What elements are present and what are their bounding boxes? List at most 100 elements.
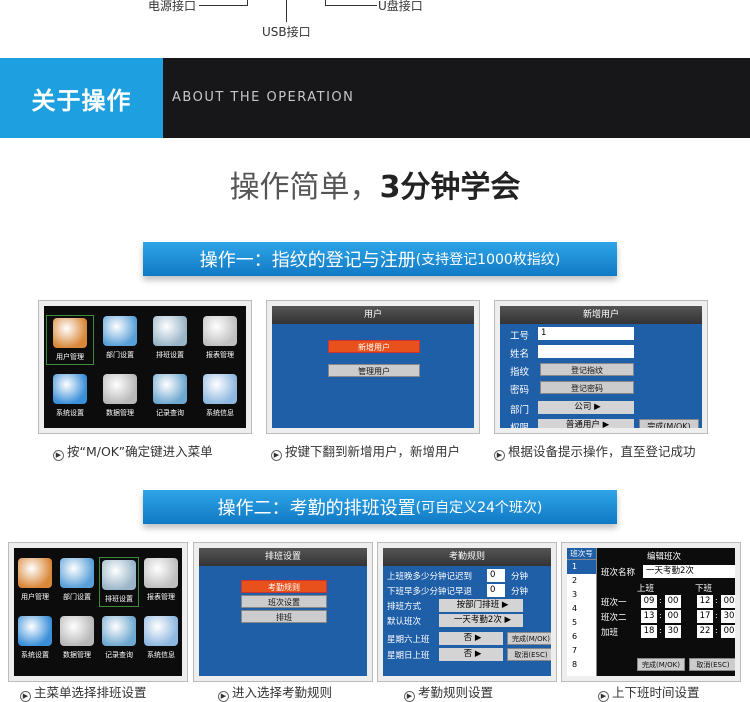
shift-list-item[interactable]: 5 bbox=[567, 616, 596, 630]
op2-note: (可自定义24个班次) bbox=[415, 500, 543, 516]
caption-2: ▶ 按键下翻到新增用户，新增用户 bbox=[271, 441, 460, 461]
menu-item[interactable]: 数据管理 bbox=[97, 374, 143, 418]
connector-line bbox=[199, 5, 247, 6]
menu2-screen: 用户管理 部门设置 排班设置 报表管理系统设置 数据管理 记录查询 系统信息 bbox=[14, 548, 182, 676]
play-icon: ▶ bbox=[53, 450, 64, 461]
edit-shift-header: 编辑班次 bbox=[647, 552, 682, 562]
menu-item[interactable]: 记录查询 bbox=[147, 374, 193, 418]
menu-item[interactable]: 记录查询 bbox=[100, 616, 138, 660]
privilege-select[interactable]: 普通用户 ▶ bbox=[538, 419, 634, 428]
caption-3: ▶ 根据设备提示操作，直至登记成功 bbox=[494, 441, 696, 461]
menu-item[interactable]: 用户管理 bbox=[46, 315, 94, 365]
user-frame: 用户 新增用户 管理用户 bbox=[266, 300, 480, 434]
menu-item[interactable]: 系统设置 bbox=[47, 374, 93, 418]
connector-line bbox=[247, 0, 248, 6]
late-field[interactable]: 0 bbox=[487, 569, 505, 582]
section-banner: 关于操作 ABOUT THE OPERATION bbox=[0, 58, 750, 138]
record-search-icon bbox=[102, 616, 136, 646]
caption-1: ▶ 按“M/OK”确定键进入菜单 bbox=[53, 441, 213, 461]
late-label: 上班晚多少分钟记迟到 bbox=[387, 572, 473, 582]
shift-list-item[interactable]: 2 bbox=[567, 574, 596, 588]
time-field[interactable]: 13 bbox=[641, 610, 657, 623]
done-button[interactable]: 完成(M/OK) bbox=[639, 419, 699, 428]
menu-item[interactable]: 用户管理 bbox=[16, 558, 54, 602]
main-menu-frame: 用户管理 部门设置 排班设置 报表管理系统设置 数据管理 记录查询 系统信息 bbox=[38, 300, 252, 434]
manage-user-item[interactable]: 管理用户 bbox=[328, 364, 420, 377]
attendance-rules-item[interactable]: 考勤规则 bbox=[241, 580, 327, 593]
time-field[interactable]: 00 bbox=[721, 595, 735, 608]
done-button[interactable]: 完成(M/OK) bbox=[507, 632, 551, 645]
name-field[interactable] bbox=[538, 345, 634, 358]
sunday-select[interactable]: 否 ▶ bbox=[439, 648, 503, 661]
play-icon: ▶ bbox=[494, 450, 505, 461]
shift-name-field[interactable]: 一天考勤2次 bbox=[643, 565, 735, 578]
department-icon bbox=[60, 558, 94, 588]
menu-item-label: 部门设置 bbox=[63, 593, 91, 601]
shift-screen: 班次号 12345678 编辑班次 班次名称 一天考勤2次 上班 下班 班次一 0… bbox=[567, 548, 735, 676]
menu-item[interactable]: 排班设置 bbox=[147, 316, 193, 360]
op1-bar: 操作一：指纹的登记与注册 (支持登记1000枚指纹) bbox=[143, 242, 617, 276]
shift-list-item[interactable]: 4 bbox=[567, 602, 596, 616]
row-label: 密码 bbox=[510, 385, 530, 396]
menu-item-label: 数据管理 bbox=[63, 651, 91, 659]
default-shift-select[interactable]: 一天考勤2次 ▶ bbox=[439, 614, 523, 627]
row-label: 姓名 bbox=[510, 349, 530, 360]
time-field[interactable]: 12 bbox=[697, 595, 713, 608]
time-field[interactable]: 00 bbox=[665, 595, 681, 608]
menu-item[interactable]: 系统信息 bbox=[197, 374, 243, 418]
menu-item[interactable]: 报表管理 bbox=[142, 558, 180, 602]
usb-port-label: USB接口 bbox=[262, 25, 311, 39]
shift-setting-item[interactable]: 班次设置 bbox=[241, 595, 327, 608]
enroll-password-button[interactable]: 登记密码 bbox=[540, 381, 634, 394]
menu-item[interactable]: 数据管理 bbox=[58, 616, 96, 660]
interface-diagram: 电源接口 USB接口 U盘接口 bbox=[0, 0, 750, 58]
section-title: 关于操作 bbox=[0, 58, 163, 138]
shift-list-item[interactable]: 1 bbox=[567, 560, 596, 574]
time-field[interactable]: 22 bbox=[697, 625, 713, 638]
user-header: 用户 bbox=[272, 306, 474, 324]
unit-label: 分钟 bbox=[511, 572, 529, 582]
on-duty-label: 上班 bbox=[637, 584, 655, 594]
shift-list-item[interactable]: 7 bbox=[567, 644, 596, 658]
rules-frame: 考勤规则 上班晚多少分钟记迟到 0 分钟 下班早多少分钟记早退 0 分钟 排班方… bbox=[377, 542, 557, 682]
done-button[interactable]: 完成(M/OK) bbox=[637, 658, 685, 671]
early-label: 下班早多少分钟记早退 bbox=[387, 587, 473, 597]
cancel-button[interactable]: 取消(ESC) bbox=[507, 648, 551, 661]
time-field[interactable]: 09 bbox=[641, 595, 657, 608]
menu-item[interactable]: 系统信息 bbox=[142, 616, 180, 660]
menu-item[interactable]: 部门设置 bbox=[97, 316, 143, 360]
early-field[interactable]: 0 bbox=[487, 584, 505, 597]
schedule-frame: 排班设置 考勤规则 班次设置 排班 bbox=[193, 542, 373, 682]
menu-item-label: 记录查询 bbox=[156, 409, 184, 417]
schedule-mode-select[interactable]: 按部门排班 ▶ bbox=[439, 599, 523, 612]
row-label: 工号 bbox=[510, 331, 530, 342]
menu-item[interactable]: 系统设置 bbox=[16, 616, 54, 660]
time-field[interactable]: 00 bbox=[721, 625, 735, 638]
time-field[interactable]: 18 bbox=[641, 625, 657, 638]
shift-list-item[interactable]: 6 bbox=[567, 630, 596, 644]
time-field[interactable]: 30 bbox=[665, 625, 681, 638]
row-label: 指纹 bbox=[510, 367, 530, 378]
cancel-button[interactable]: 取消(ESC) bbox=[689, 658, 735, 671]
time-field[interactable]: 30 bbox=[721, 610, 735, 623]
report-icon bbox=[144, 558, 178, 588]
database-icon bbox=[103, 374, 137, 404]
schedule-item[interactable]: 排班 bbox=[241, 610, 327, 623]
menu2-frame: 用户管理 部门设置 排班设置 报表管理系统设置 数据管理 记录查询 系统信息 bbox=[8, 542, 188, 682]
time-field[interactable]: 00 bbox=[665, 610, 681, 623]
department-select[interactable]: 公司 ▶ bbox=[538, 401, 634, 414]
menu-item[interactable]: 排班设置 bbox=[99, 557, 139, 607]
saturday-select[interactable]: 否 ▶ bbox=[439, 632, 503, 645]
add-user-item[interactable]: 新增用户 bbox=[328, 340, 420, 353]
enroll-fingerprint-button[interactable]: 登记指纹 bbox=[540, 363, 634, 376]
menu-item-label: 用户管理 bbox=[21, 593, 49, 601]
time-field[interactable]: 17 bbox=[697, 610, 713, 623]
caption-7: ▶ 上下班时间设置 bbox=[598, 682, 700, 702]
menu-item[interactable]: 报表管理 bbox=[197, 316, 243, 360]
menu-item[interactable]: 部门设置 bbox=[58, 558, 96, 602]
shift-list-item[interactable]: 8 bbox=[567, 658, 596, 672]
shift-list-item[interactable]: 3 bbox=[567, 588, 596, 602]
shift-row-label: 班次一 bbox=[601, 598, 627, 608]
op2-title: 操作二：考勤的排班设置 bbox=[217, 498, 416, 519]
id-field[interactable]: 1 bbox=[538, 327, 634, 340]
